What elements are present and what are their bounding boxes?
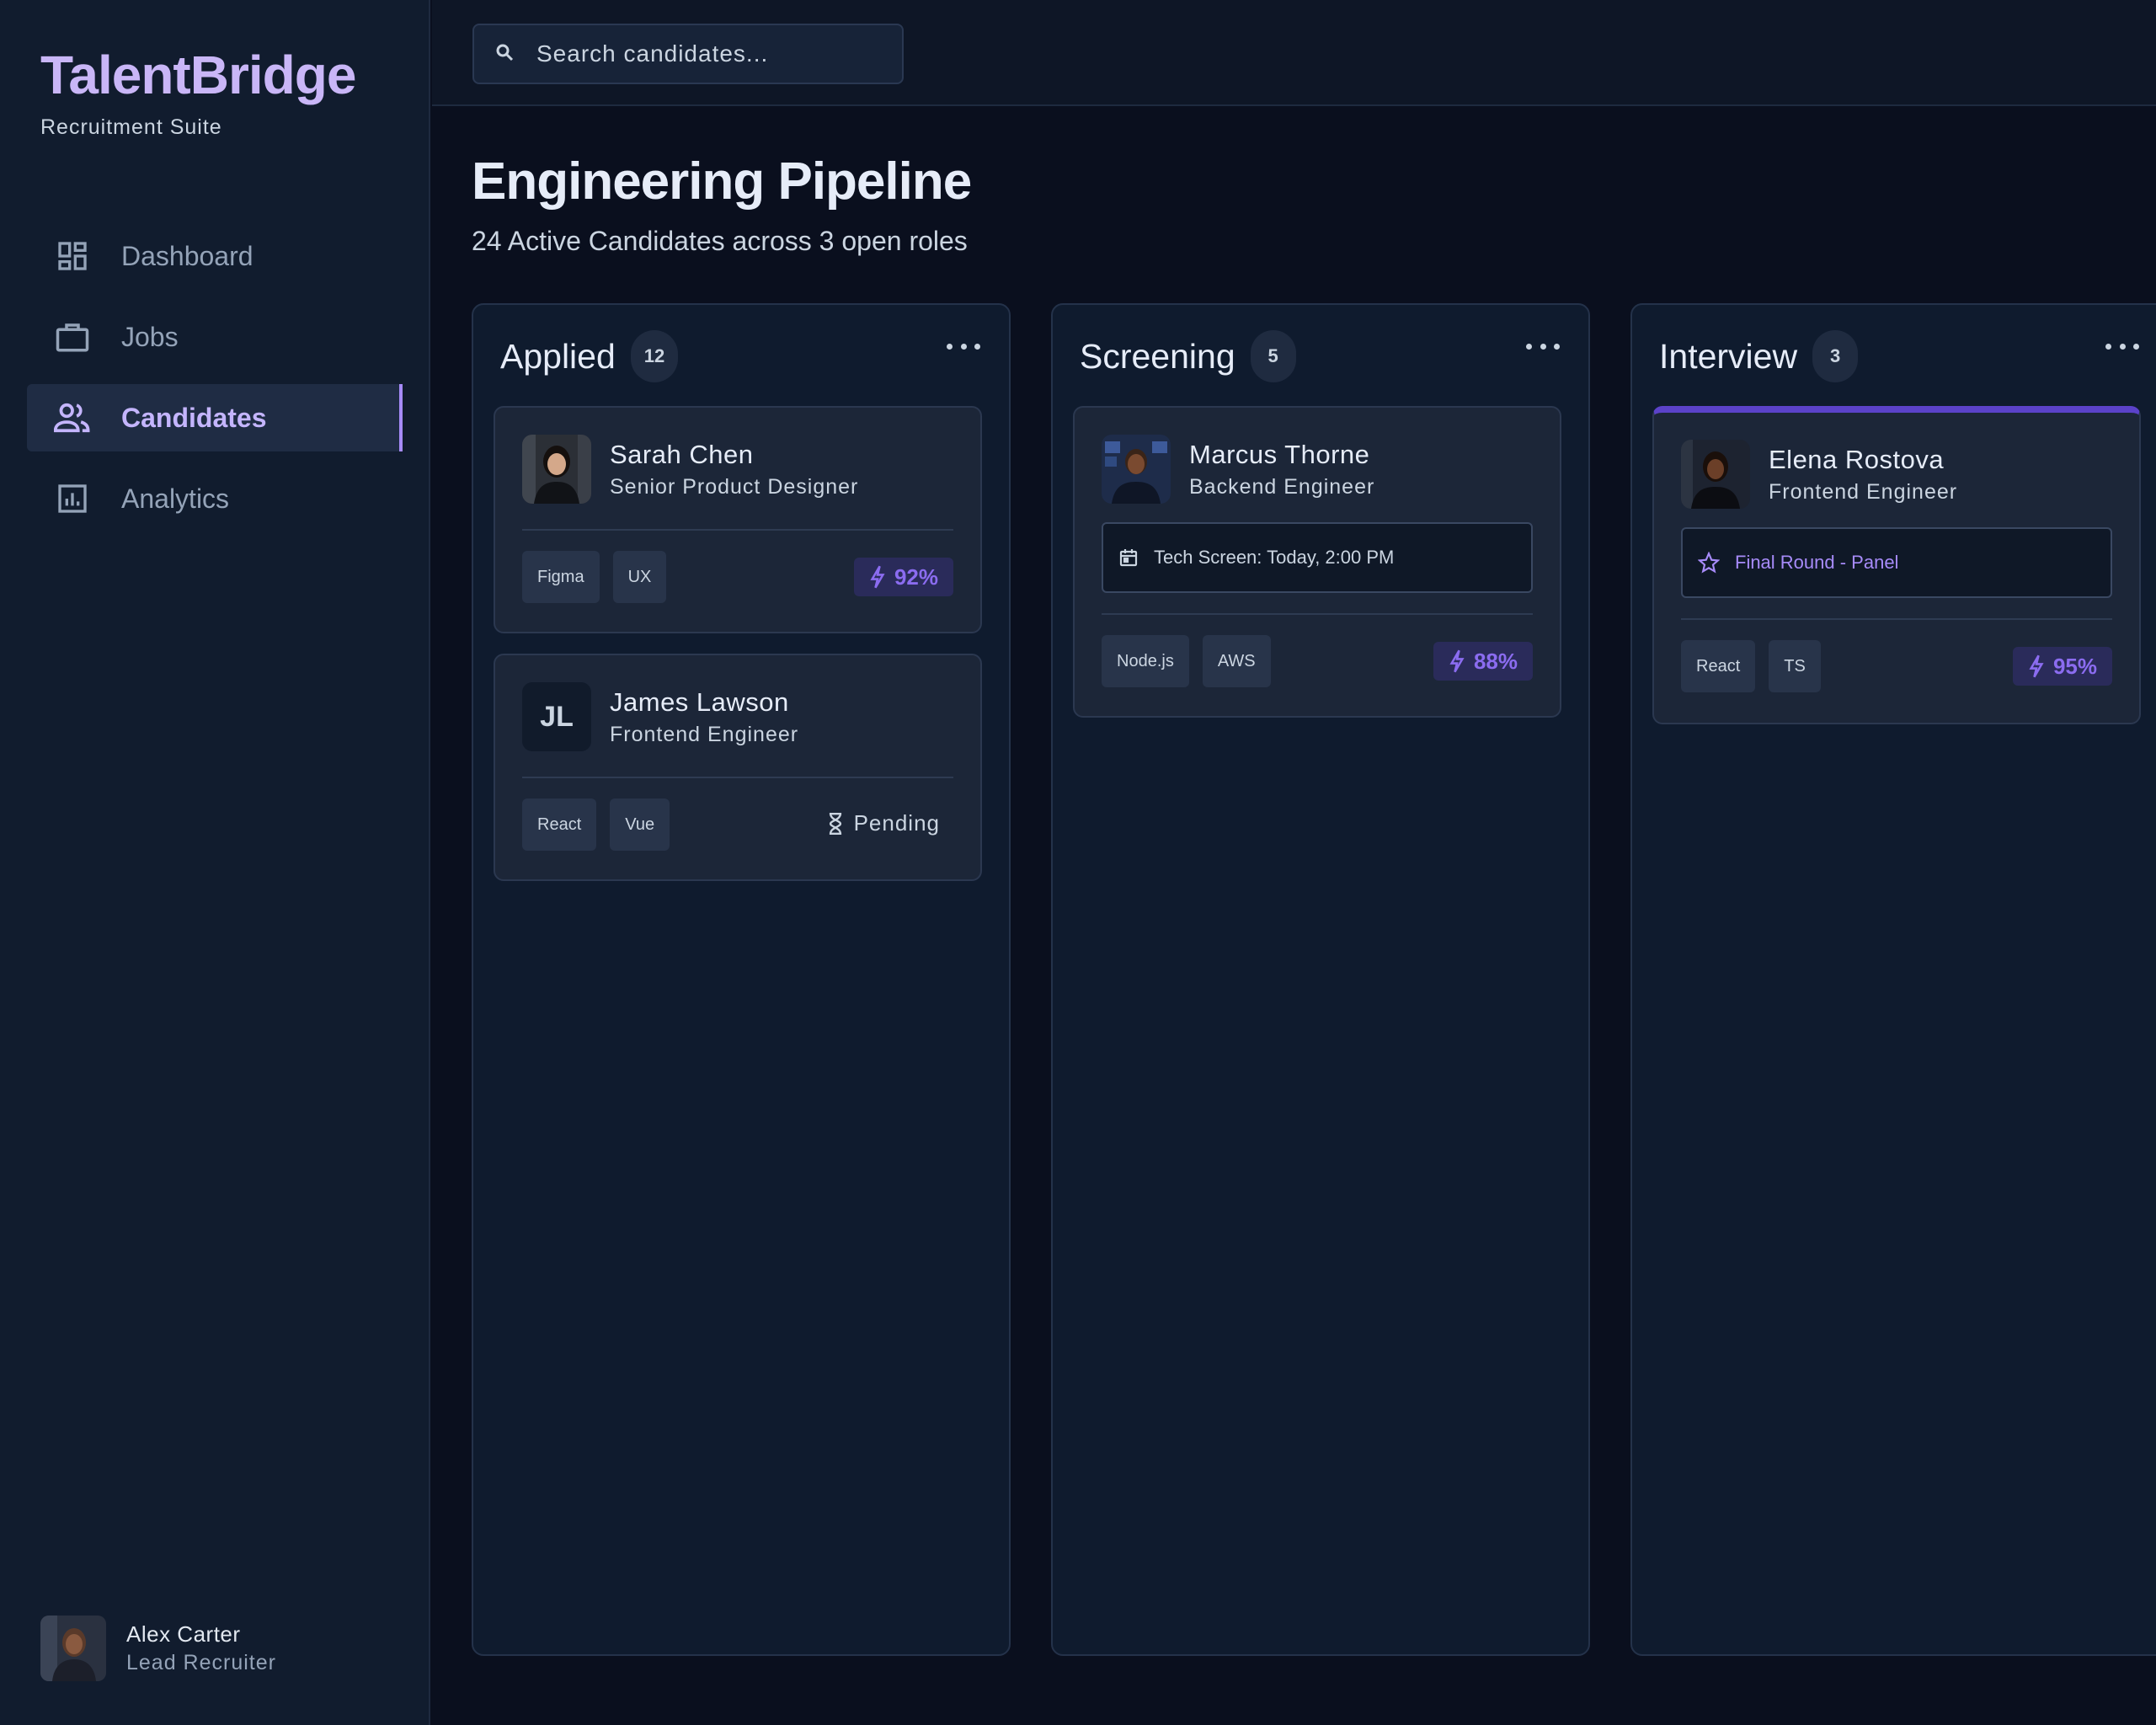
skill-tag: React xyxy=(1681,640,1756,692)
top-bar xyxy=(432,0,2156,106)
column-count-badge: 12 xyxy=(630,330,679,382)
candidate-card[interactable]: Marcus Thorne Backend Engineer Tech Scre… xyxy=(1073,406,1561,718)
status-text: Pending xyxy=(853,810,940,836)
match-score: 95% xyxy=(2052,653,2097,679)
avatar xyxy=(40,1616,106,1681)
sidebar: TalentBridge Recruitment Suite Dashboard… xyxy=(0,0,430,1725)
brand-logo[interactable]: TalentBridge xyxy=(40,44,356,106)
column-header: Screening 5 xyxy=(1080,330,1296,382)
candidate-name: James Lawson xyxy=(610,686,789,717)
match-score: 92% xyxy=(894,563,938,590)
candidate-role: Backend Engineer xyxy=(1189,474,1375,499)
more-options-icon[interactable] xyxy=(1526,334,1560,359)
dashboard-icon xyxy=(54,238,91,275)
interview-stage[interactable]: Final Round - Panel xyxy=(1681,527,2112,598)
candidate-name: Elena Rostova xyxy=(1769,444,1945,474)
page-title: Engineering Pipeline xyxy=(472,152,972,211)
sidebar-item-label: Dashboard xyxy=(121,240,253,271)
hourglass-icon xyxy=(829,812,841,835)
column-header: Applied 12 xyxy=(500,330,679,382)
skill-tag: Vue xyxy=(610,798,670,851)
user-profile[interactable]: Alex Carter Lead Recruiter xyxy=(40,1616,276,1681)
column-title: Screening xyxy=(1080,336,1235,376)
divider xyxy=(522,777,953,778)
candidate-role: Frontend Engineer xyxy=(1769,479,1958,504)
sidebar-nav: Dashboard Jobs Candidates Analytics xyxy=(27,222,403,546)
column-count-badge: 5 xyxy=(1250,330,1296,382)
avatar-initials: JL xyxy=(522,682,591,751)
lightning-icon xyxy=(1449,649,1465,673)
chart-icon xyxy=(54,480,91,517)
candidate-card[interactable]: Sarah Chen Senior Product Designer Figma… xyxy=(494,406,982,633)
pipeline-column-screening: Screening 5 Marcus Thorne Backend Engine… xyxy=(1051,303,1590,1656)
user-name: Alex Carter xyxy=(126,1621,241,1647)
avatar xyxy=(1681,440,1750,509)
skill-tag: UX xyxy=(612,551,667,603)
sidebar-item-candidates[interactable]: Candidates xyxy=(27,384,403,451)
avatar xyxy=(1102,435,1171,504)
more-options-icon[interactable] xyxy=(2105,334,2139,359)
brand-subtitle: Recruitment Suite xyxy=(40,115,222,139)
status-badge: Pending xyxy=(827,810,940,836)
skill-tag: AWS xyxy=(1202,635,1271,687)
people-icon xyxy=(54,399,91,436)
sidebar-item-label: Analytics xyxy=(121,483,230,514)
column-title: Interview xyxy=(1659,336,1798,376)
divider xyxy=(522,529,953,531)
skill-tags: Node.js AWS xyxy=(1102,635,1284,687)
briefcase-icon xyxy=(54,318,91,355)
column-header: Interview 3 xyxy=(1659,330,1859,382)
candidate-card[interactable]: JL James Lawson Frontend Engineer React … xyxy=(494,654,982,881)
candidate-name: Sarah Chen xyxy=(610,439,754,469)
candidate-role: Frontend Engineer xyxy=(610,722,799,746)
candidate-name: Marcus Thorne xyxy=(1189,439,1370,469)
search-box[interactable] xyxy=(472,24,904,84)
skill-tags: React Vue xyxy=(522,798,683,851)
skill-tags: Figma UX xyxy=(522,551,680,603)
match-score-badge: 92% xyxy=(853,558,953,596)
skill-tag: React xyxy=(522,798,597,851)
event-text: Tech Screen: Today, 2:00 PM xyxy=(1154,547,1395,568)
match-score-badge: 88% xyxy=(1433,642,1533,681)
sidebar-item-dashboard[interactable]: Dashboard xyxy=(27,222,403,290)
skill-tags: React TS xyxy=(1681,640,1834,692)
column-title: Applied xyxy=(500,336,616,376)
scheduled-event[interactable]: Tech Screen: Today, 2:00 PM xyxy=(1102,522,1533,593)
page-subtitle: 24 Active Candidates across 3 open roles xyxy=(472,226,968,256)
skill-tag: Figma xyxy=(522,551,600,603)
candidate-card[interactable]: Elena Rostova Frontend Engineer Final Ro… xyxy=(1652,406,2141,724)
divider xyxy=(1681,618,2112,620)
pipeline-column-interview: Interview 3 Elena Rostova Frontend Engin… xyxy=(1630,303,2156,1656)
search-icon xyxy=(494,42,518,66)
match-score-badge: 95% xyxy=(2012,647,2112,686)
candidate-role: Senior Product Designer xyxy=(610,474,859,499)
calendar-icon xyxy=(1119,549,1138,567)
lightning-icon xyxy=(870,565,885,589)
sidebar-item-analytics[interactable]: Analytics xyxy=(27,465,403,532)
skill-tag: Node.js xyxy=(1102,635,1189,687)
sidebar-item-label: Jobs xyxy=(121,321,179,352)
sidebar-item-label: Candidates xyxy=(121,402,267,433)
event-text: Final Round - Panel xyxy=(1735,552,1899,573)
match-score: 88% xyxy=(1473,648,1518,674)
lightning-icon xyxy=(2029,654,2044,678)
pipeline-column-applied: Applied 12 Sarah Chen Senior Product Des… xyxy=(472,303,1011,1656)
more-options-icon[interactable] xyxy=(947,334,980,359)
search-input[interactable] xyxy=(536,40,890,67)
sidebar-item-jobs[interactable]: Jobs xyxy=(27,303,403,371)
star-icon xyxy=(1698,552,1720,574)
avatar xyxy=(522,435,591,504)
user-role: Lead Recruiter xyxy=(126,1651,276,1674)
divider xyxy=(1102,613,1533,615)
column-count-badge: 3 xyxy=(1812,330,1859,382)
skill-tag: TS xyxy=(1769,640,1821,692)
